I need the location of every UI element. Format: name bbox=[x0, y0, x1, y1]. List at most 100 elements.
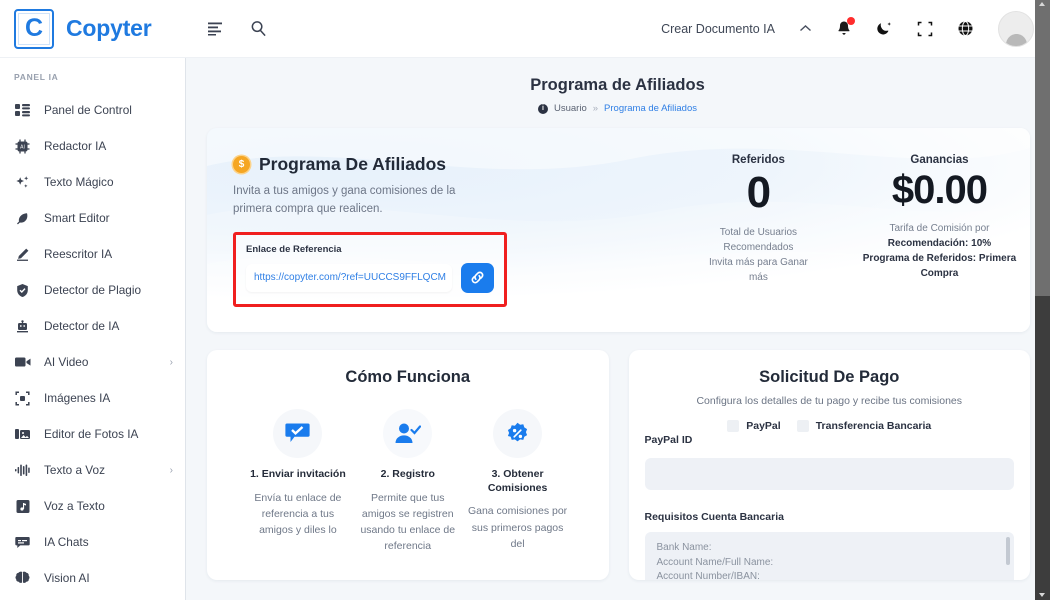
breadcrumb: i Usuario » Programa de Afiliados bbox=[185, 103, 1050, 114]
sidebar-item-label: Texto Mágico bbox=[44, 175, 114, 189]
sidebar-item-ai-video[interactable]: AI Video › bbox=[0, 344, 185, 380]
sidebar-item-ia-chats[interactable]: IA Chats bbox=[0, 524, 185, 560]
copy-link-button[interactable] bbox=[461, 262, 494, 293]
sidebar-item-vision-ai[interactable]: Vision AI bbox=[0, 560, 185, 596]
avatar[interactable] bbox=[998, 10, 1034, 47]
menu-icon[interactable] bbox=[207, 21, 224, 36]
sidebar-item-panel-de-control[interactable]: Panel de Control bbox=[0, 92, 185, 128]
referral-link-label: Enlace de Referencia bbox=[246, 243, 342, 255]
payout-title: Solicitud De Pago bbox=[759, 368, 900, 386]
stat-note-line: más bbox=[748, 272, 768, 284]
photo-edit-icon bbox=[14, 428, 31, 441]
brand[interactable]: C Copyter bbox=[0, 8, 185, 49]
breadcrumb-current[interactable]: Programa de Afiliados bbox=[604, 103, 697, 114]
top-bar: C Copyter Crear Documento IA bbox=[0, 0, 1050, 58]
sidebar-section-label: PANEL IA bbox=[14, 72, 59, 82]
chevron-right-icon: › bbox=[169, 464, 173, 476]
chip-icon: AI bbox=[14, 139, 31, 154]
step-text: Permite que tus amigos se registren usan… bbox=[360, 491, 456, 553]
user-check-icon bbox=[395, 423, 422, 443]
stat-note-line: Recomendación: 10% bbox=[887, 237, 992, 249]
scroll-up-arrow-icon[interactable] bbox=[1039, 2, 1045, 6]
sidebar-item-label: Texto a Voz bbox=[44, 463, 105, 477]
sidebar-item-label: Voz a Texto bbox=[44, 499, 105, 513]
scrollbar-track[interactable] bbox=[1035, 296, 1050, 600]
sidebar-item-redactor-ia[interactable]: AI Redactor IA bbox=[0, 128, 185, 164]
bank-requirements-label: Requisitos Cuenta Bancaria bbox=[644, 511, 784, 523]
sidebar-item-detector-de-plagio[interactable]: Detector de Plagio bbox=[0, 272, 185, 308]
robot-icon bbox=[14, 319, 31, 334]
breadcrumb-separator: » bbox=[592, 103, 599, 114]
sparkles-icon bbox=[14, 175, 31, 190]
moon-icon[interactable] bbox=[876, 20, 893, 37]
percent-badge-icon bbox=[507, 422, 528, 442]
radio-icon[interactable] bbox=[796, 420, 809, 432]
payout-option-bank-transfer[interactable]: Transferencia Bancaria bbox=[796, 420, 931, 432]
scrollbar-thumb[interactable] bbox=[1035, 0, 1050, 296]
sidebar-item-detector-de-ia[interactable]: Detector de IA bbox=[0, 308, 185, 344]
payout-request-card: Solicitud De Pago Configura los detalles… bbox=[628, 350, 1030, 580]
hero-title-row: $ Programa De Afiliados bbox=[233, 154, 668, 175]
bell-icon[interactable] bbox=[836, 17, 855, 37]
scroll-down-arrow-icon[interactable] bbox=[1039, 593, 1045, 597]
logo-icon: C bbox=[14, 8, 54, 49]
stat-value: $0.00 bbox=[891, 168, 988, 212]
fullscreen-icon[interactable] bbox=[917, 21, 933, 37]
referral-link-highlight-box: Enlace de Referencia https://copyter.com… bbox=[233, 231, 507, 307]
bank-requirements-textarea[interactable]: Bank Name: Account Name/Full Name: Accou… bbox=[644, 532, 1014, 580]
step-2: 2. Registro Permite que tus amigos se re… bbox=[355, 409, 461, 555]
page-header: Programa de Afiliados i Usuario » Progra… bbox=[185, 58, 1050, 114]
steps-list: 1. Enviar invitación Envía tu enlace de … bbox=[223, 409, 593, 555]
sidebar-item-texto-a-voz[interactable]: Texto a Voz › bbox=[0, 452, 185, 488]
hero-stats: Referidos 0 Total de Usuarios Recomendad… bbox=[668, 128, 1030, 332]
sidebar-item-reescritor-ia[interactable]: Reescritor IA bbox=[0, 236, 185, 272]
sidebar-item-smart-editor[interactable]: Smart Editor bbox=[0, 200, 185, 236]
notification-dot bbox=[847, 17, 855, 25]
stat-note-line: Total de Usuarios bbox=[719, 227, 798, 239]
page-title: Programa de Afiliados bbox=[530, 76, 705, 94]
create-document-button[interactable]: Crear Documento IA bbox=[661, 22, 775, 36]
sidebar-item-label: Imágenes IA bbox=[44, 391, 111, 405]
hero-left: $ Programa De Afiliados Invita a tus ami… bbox=[207, 128, 668, 332]
payout-option-paypal[interactable]: PayPal bbox=[727, 420, 781, 432]
sidebar-item-label: Smart Editor bbox=[44, 211, 110, 225]
chat-icon bbox=[14, 536, 31, 549]
brand-name: Copyter bbox=[66, 15, 152, 41]
chevron-right-icon: › bbox=[169, 356, 173, 368]
dollar-coin-icon: $ bbox=[233, 156, 250, 173]
paypal-id-field[interactable] bbox=[644, 458, 1014, 490]
sidebar-item-label: IA Chats bbox=[44, 535, 89, 549]
globe-icon[interactable] bbox=[957, 20, 974, 37]
sidebar-item-editor-de-fotos-ia[interactable]: Editor de Fotos IA bbox=[0, 416, 185, 452]
svg-text:AI: AI bbox=[20, 144, 25, 150]
chevron-up-icon[interactable] bbox=[799, 24, 812, 33]
radio-icon[interactable] bbox=[727, 420, 740, 432]
dashboard-icon bbox=[14, 103, 31, 117]
link-icon bbox=[471, 271, 484, 284]
sidebar-item-imagenes-ia[interactable]: Imágenes IA bbox=[0, 380, 185, 416]
info-icon: i bbox=[538, 103, 548, 114]
sidebar-item-voz-a-texto[interactable]: Voz a Texto bbox=[0, 488, 185, 524]
avatar-glyph bbox=[999, 12, 1033, 46]
step-icon-wrap bbox=[273, 409, 323, 458]
payout-method-options: PayPal Transferencia Bancaria bbox=[645, 420, 1015, 432]
waveform-icon bbox=[14, 463, 31, 477]
stat-note-line: Programa de Referidos: Primera bbox=[862, 252, 1017, 264]
step-text: Envía tu enlace de referencia a tus amig… bbox=[254, 491, 342, 537]
paypal-id-label: PayPal ID bbox=[644, 434, 693, 446]
sidebar-item-texto-magico[interactable]: Texto Mágico bbox=[0, 164, 185, 200]
stat-referidos: Referidos 0 Total de Usuarios Recomendad… bbox=[668, 154, 849, 332]
stat-label: Ganancias bbox=[910, 154, 969, 166]
search-icon[interactable] bbox=[250, 20, 267, 37]
stat-note-line: Compra bbox=[920, 267, 959, 279]
step-1: 1. Enviar invitación Envía tu enlace de … bbox=[245, 409, 351, 555]
stat-note-line: Recomendados bbox=[723, 242, 794, 254]
music-file-icon bbox=[14, 499, 31, 514]
breadcrumb-root[interactable]: Usuario bbox=[554, 103, 587, 114]
window-scrollbar[interactable] bbox=[1035, 0, 1050, 600]
logo-letter: C bbox=[24, 14, 44, 42]
brain-icon bbox=[14, 571, 31, 585]
step-title: 3. Obtener Comisiones bbox=[487, 468, 548, 494]
referral-link-input[interactable]: https://copyter.com/?ref=UUCCS9FFLQCM bbox=[246, 263, 452, 292]
textarea-scrollbar[interactable] bbox=[1006, 537, 1010, 565]
